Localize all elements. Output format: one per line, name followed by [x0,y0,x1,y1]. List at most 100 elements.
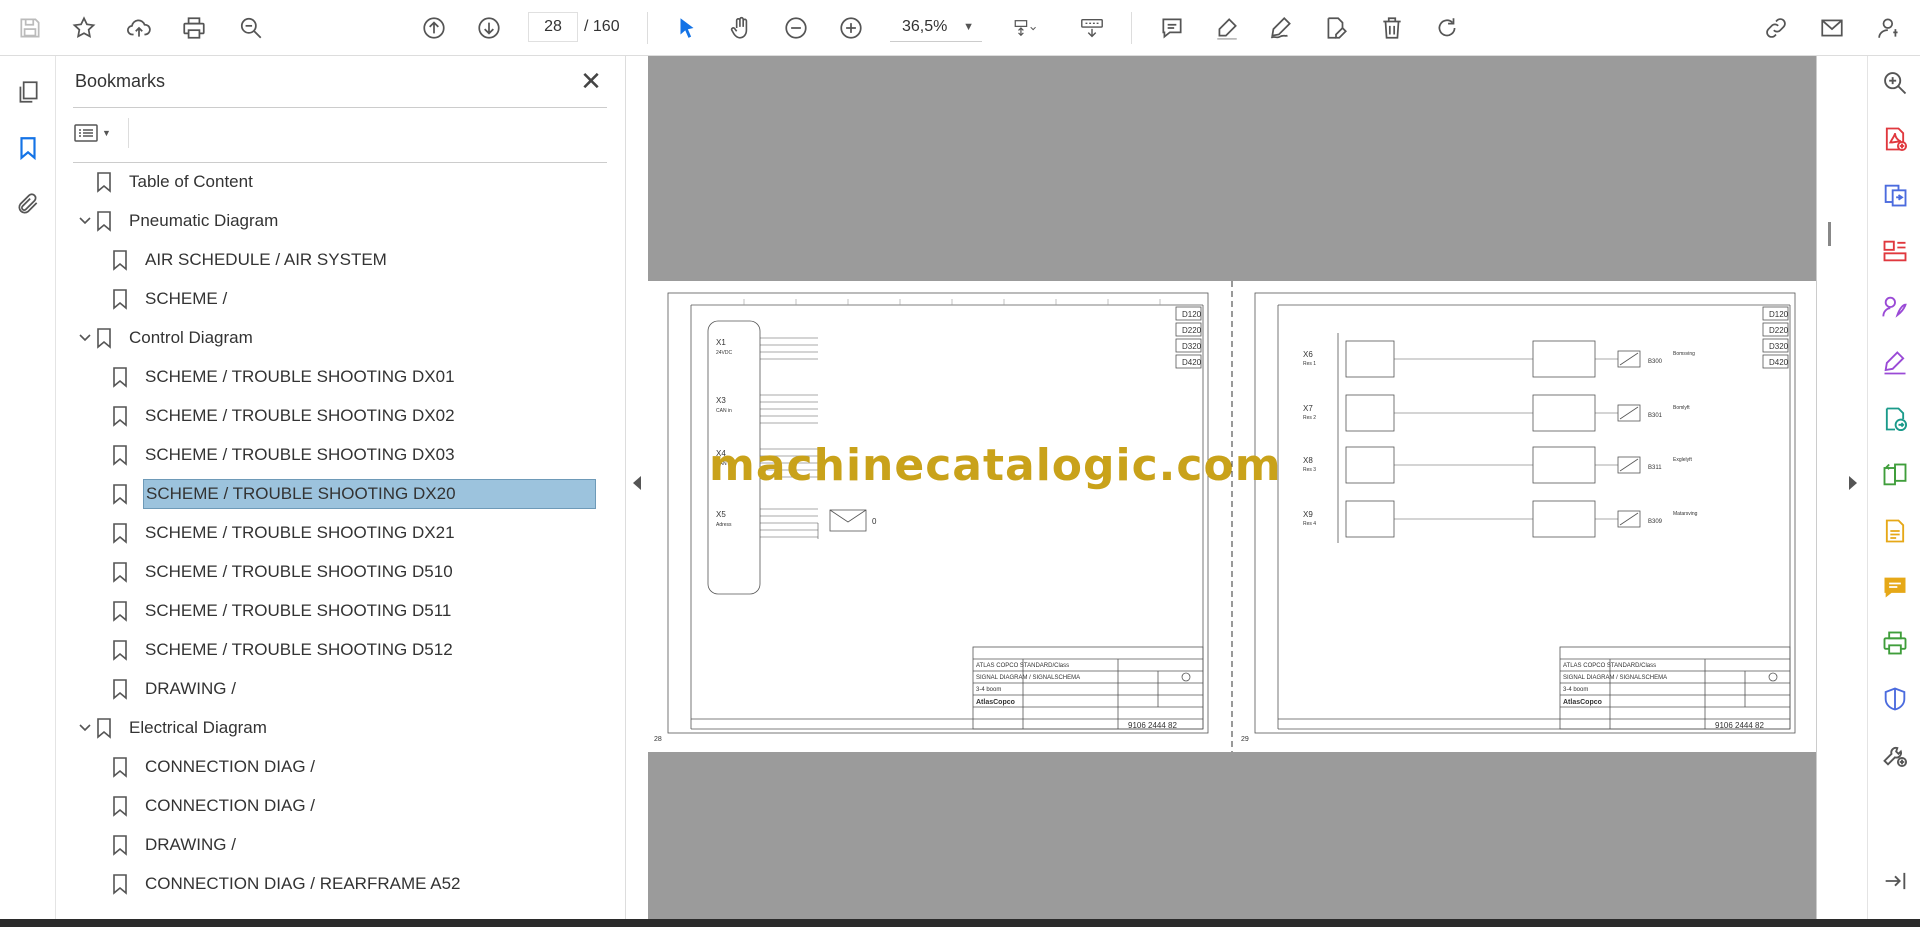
viewer-scrollbar-track[interactable] [1816,56,1838,919]
zoom-search-icon[interactable] [1878,66,1912,100]
bookmark-item[interactable]: SCHEME / [111,282,229,316]
print-icon[interactable] [176,10,212,46]
export-pdf-icon[interactable] [1878,178,1912,212]
comment-icon[interactable] [1154,10,1190,46]
watermark: machinecatalogic.com [709,440,1282,491]
hand-tool-icon[interactable] [723,10,759,46]
comment-tool-icon[interactable] [1878,570,1912,604]
chevron-down-icon[interactable] [75,211,95,231]
close-icon[interactable]: ✕ [576,66,606,96]
bookmark-item[interactable]: SCHEME / TROUBLE SHOOTING DX03 [111,438,457,472]
delete-icon[interactable] [1374,10,1410,46]
bookmarks-icon[interactable] [10,130,46,166]
email-icon[interactable] [1814,10,1850,46]
bookmark-item[interactable]: SCHEME / TROUBLE SHOOTING DX21 [111,516,457,550]
scroll-mode-icon[interactable] [1072,10,1112,46]
bookmark-item[interactable]: CONNECTION DIAG / REARFRAME A52 [111,867,463,901]
connector-sub: Res 4 [1303,521,1316,527]
bookmark-item[interactable]: SCHEME / TROUBLE SHOOTING DX01 [111,360,457,394]
bookmark-item[interactable]: SCHEME / TROUBLE SHOOTING DX02 [111,399,457,433]
collapse-tools-icon[interactable] [1878,864,1912,898]
find-zoom-icon[interactable] [233,10,269,46]
tag-label: D220 [1182,326,1202,335]
page-thumbnails-icon[interactable] [10,74,46,110]
create-pdf-icon[interactable] [1878,122,1912,156]
upload-cloud-icon[interactable] [121,10,157,46]
redo-icon[interactable] [1429,10,1465,46]
bookmark-icon [111,834,129,856]
tag-label: D320 [1182,342,1202,351]
viewer-scrollbar-thumb[interactable] [1828,222,1831,246]
bookmark-item[interactable]: AIR SCHEDULE / AIR SYSTEM [111,243,389,277]
bookmark-icon [111,249,129,271]
bookmark-group[interactable]: Electrical Diagram [79,711,269,745]
send-for-review-icon[interactable] [1878,402,1912,436]
bookmark-options-button[interactable]: ▼ [74,118,120,148]
bookmark-item[interactable]: CONNECTION DIAG / [111,789,317,823]
list-options-icon [74,124,98,142]
star-icon[interactable] [66,10,102,46]
collapse-right-panel-icon[interactable] [1849,476,1857,490]
protect-icon[interactable] [1878,682,1912,716]
bookmark-icon [111,795,129,817]
bookmark-label: AIR SCHEDULE / AIR SYSTEM [145,250,387,269]
previous-page-icon[interactable] [416,10,452,46]
account-protect-icon[interactable] [1872,10,1908,46]
bookmark-label: SCHEME / TROUBLE SHOOTING DX01 [145,367,455,386]
bookmark-item[interactable]: DRAWING / [111,672,238,706]
request-signature-icon[interactable] [1878,290,1912,324]
save-icon[interactable] [12,10,48,46]
bookmark-label: SCHEME / TROUBLE SHOOTING D512 [145,640,453,659]
bookmark-item[interactable]: SCHEME / TROUBLE SHOOTING D512 [111,633,455,667]
page-number-input[interactable]: 28 [528,12,578,42]
bookmark-icon [111,678,129,700]
bookmark-icon [111,600,129,622]
print-production-icon[interactable] [1878,626,1912,660]
chevron-down-icon[interactable] [75,718,95,738]
bookmark-item[interactable]: SCHEME / TROUBLE SHOOTING D511 [111,594,453,628]
bookmark-item[interactable]: SCHEME / TROUBLE SHOOTING D510 [111,555,455,589]
bookmark-label: Table of Content [129,172,253,191]
compare-files-icon[interactable] [1878,458,1912,492]
next-page-icon[interactable] [471,10,507,46]
connector-sub: Res 3 [1303,467,1316,473]
fill-and-sign-icon[interactable] [1878,346,1912,380]
connector-label: X7 [1303,404,1313,413]
main-toolbar: 28 / 160 36,5% ▼ [0,0,1920,56]
taskbar-strip [0,919,1920,927]
tag-label: D320 [1769,342,1789,351]
bookmark-item[interactable]: DRAWING / [111,828,238,862]
zoom-level-select[interactable]: 36,5% ▼ [890,12,982,42]
bookmark-group[interactable]: Pneumatic Diagram [79,204,280,238]
share-link-icon[interactable] [1758,10,1794,46]
bookmark-label: SCHEME / TROUBLE SHOOTING DX21 [145,523,455,542]
bookmark-icon [95,327,113,349]
connector-sub: Res 1 [1303,361,1316,367]
connector-label: X3 [716,396,726,405]
right-page-text: D120 D220 D320 D420 X6 Res 1 X7 Res 2 X8… [1241,310,1789,743]
fit-page-icon[interactable] [1002,10,1048,46]
highlight-pen-icon[interactable] [1209,10,1245,46]
bookmark-icon [111,405,129,427]
draw-freehand-icon[interactable] [1263,10,1299,46]
bookmark-item[interactable]: SCHEME / TROUBLE SHOOTING DX20 [111,477,596,511]
more-tools-icon[interactable] [1878,738,1912,772]
sensor-note: Bomsving [1673,351,1695,357]
bookmark-icon [111,561,129,583]
attachments-icon[interactable] [10,186,46,222]
select-cursor-icon[interactable] [669,10,705,46]
collapse-left-panel-icon[interactable] [633,476,641,490]
edit-pdf-icon[interactable] [1878,514,1912,548]
organize-pages-icon[interactable] [1878,234,1912,268]
page-number: 28 [654,736,662,743]
zoom-in-icon[interactable] [833,10,869,46]
bookmark-group[interactable]: Control Diagram [79,321,255,355]
fill-sign-icon[interactable] [1318,10,1354,46]
zoom-out-icon[interactable] [778,10,814,46]
bookmark-item[interactable]: CONNECTION DIAG / [111,750,317,784]
bookmark-icon [111,483,129,505]
bookmark-icon [95,210,113,232]
bookmark-icon [95,717,113,739]
chevron-down-icon[interactable] [75,328,95,348]
bookmark-group[interactable]: Table of Content [95,165,255,199]
